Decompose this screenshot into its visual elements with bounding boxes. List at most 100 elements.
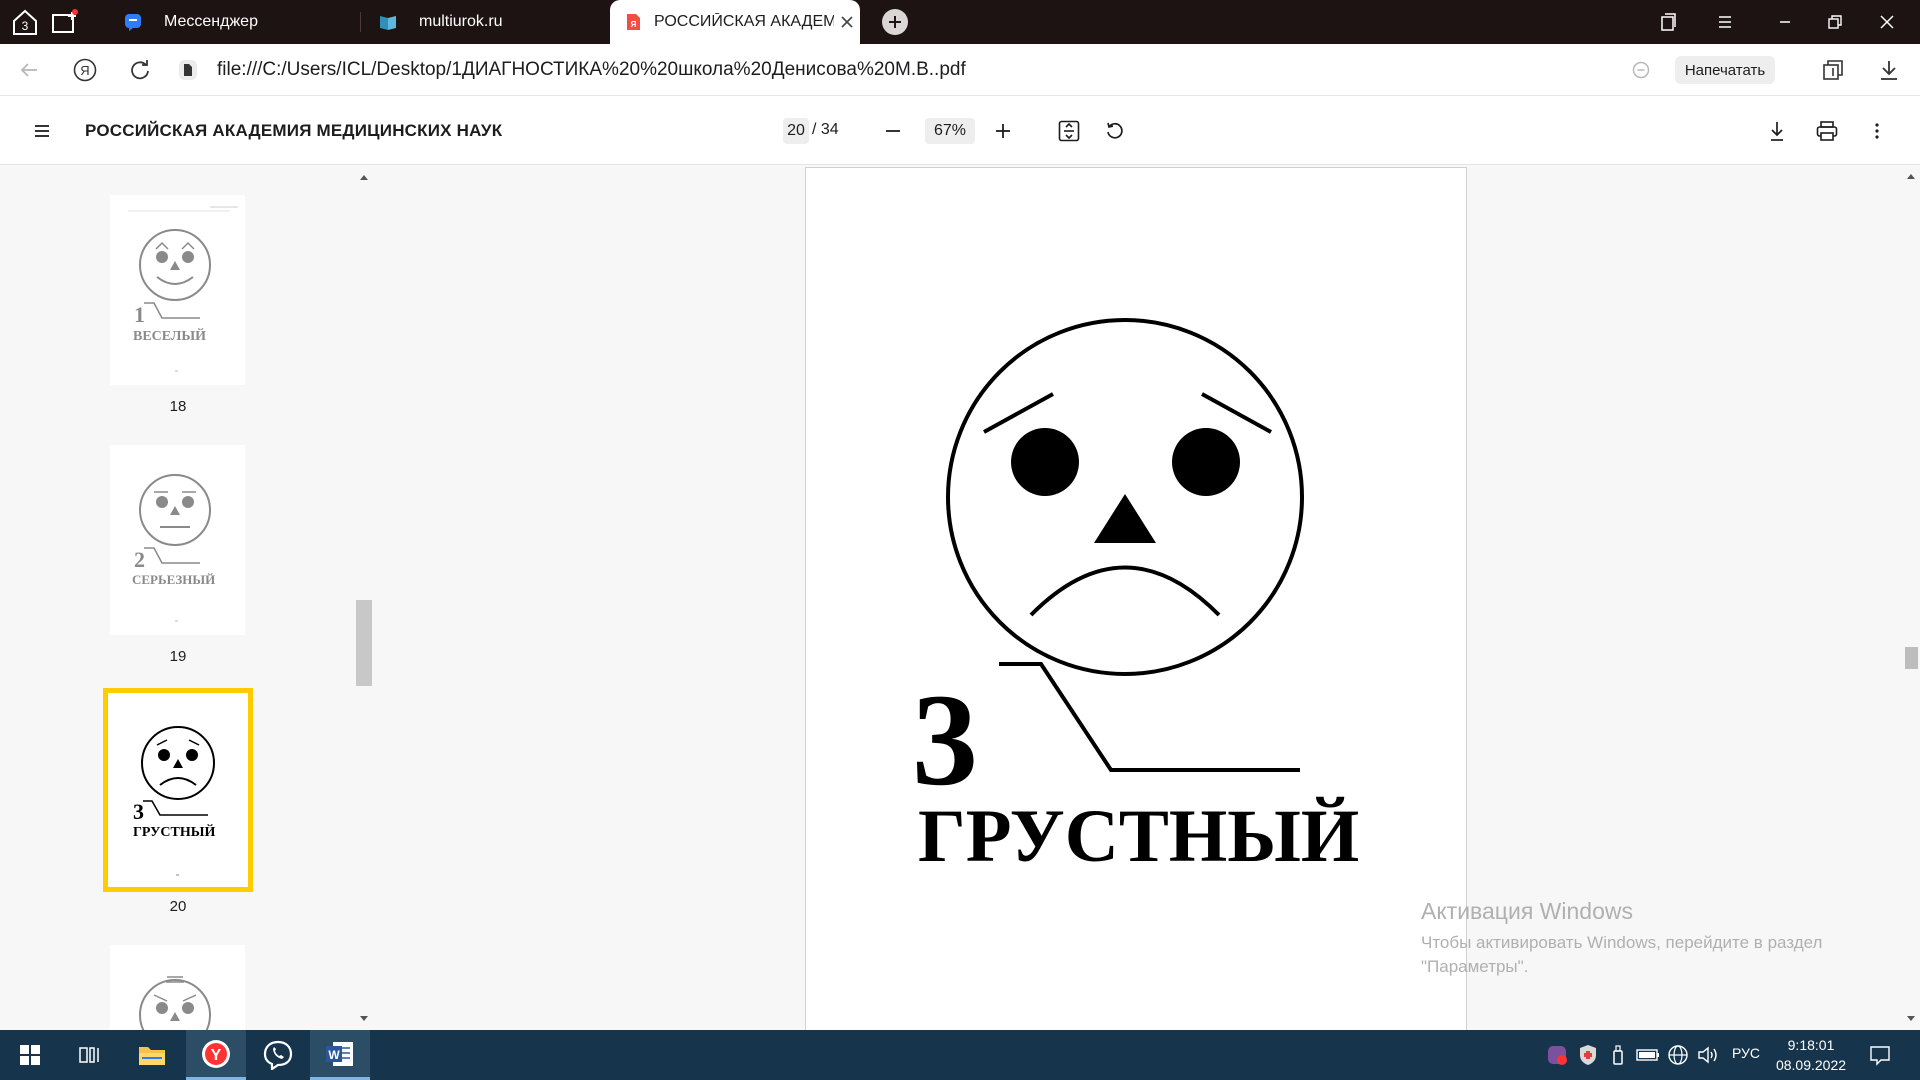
tab-divider bbox=[360, 12, 361, 32]
sidebar-scrollbar[interactable] bbox=[356, 165, 372, 1030]
print-button[interactable]: Напечатать bbox=[1675, 56, 1775, 84]
thumbnail-page-20-selected[interactable]: 3 ГРУСТНЫЙ bbox=[103, 688, 253, 892]
restore-button[interactable] bbox=[1823, 10, 1847, 34]
thumbnail-digit: 3 bbox=[133, 799, 144, 824]
svg-text:Я: Я bbox=[631, 20, 637, 29]
home-icon: 3 bbox=[13, 9, 37, 35]
save-pdf-button[interactable] bbox=[1763, 117, 1791, 145]
usb-drive-icon bbox=[1613, 1045, 1623, 1065]
folder-icon bbox=[139, 1047, 165, 1065]
viewer-scrollbar-thumb[interactable] bbox=[1905, 647, 1918, 669]
home-badge: 3 bbox=[22, 19, 29, 33]
notifications-button[interactable] bbox=[1868, 1043, 1892, 1067]
svg-text:Я: Я bbox=[80, 63, 89, 78]
zoom-out-button[interactable] bbox=[879, 117, 907, 145]
tabs-panel-button[interactable] bbox=[1821, 57, 1847, 83]
arrow-left-icon bbox=[20, 63, 37, 77]
page-digit: 3 bbox=[912, 666, 978, 813]
thumbnail-page-19[interactable]: 2 СЕРЬЕЗНЫЙ bbox=[110, 445, 245, 635]
thumbnail-digit: 2 bbox=[134, 547, 145, 572]
close-window-button[interactable] bbox=[1875, 10, 1899, 34]
page-number-input[interactable]: 20 bbox=[783, 118, 809, 144]
minus-icon bbox=[886, 130, 900, 132]
more-options-button[interactable] bbox=[1863, 117, 1891, 145]
scroll-down-icon[interactable] bbox=[356, 1010, 372, 1026]
minimize-icon bbox=[1780, 21, 1790, 23]
new-window-button[interactable] bbox=[50, 7, 80, 37]
svg-text:W: W bbox=[328, 1048, 340, 1062]
viber-icon bbox=[263, 1040, 293, 1070]
file-indicator[interactable] bbox=[175, 57, 201, 83]
taskbar-viber[interactable] bbox=[248, 1030, 308, 1080]
thumbnail-page-number: 18 bbox=[169, 398, 187, 415]
thumbnail-digit: 1 bbox=[134, 302, 145, 327]
hamburger-icon bbox=[35, 125, 49, 137]
new-window-icon bbox=[52, 9, 78, 33]
tray-app-icon[interactable] bbox=[1545, 1043, 1569, 1067]
windows-taskbar: Y W РУС 9:18:01 08.09.2022 bbox=[0, 1030, 1920, 1080]
zoom-in-button[interactable] bbox=[989, 117, 1017, 145]
pdf-icon: Я bbox=[627, 14, 640, 30]
tray-security[interactable] bbox=[1576, 1043, 1600, 1067]
pdf-page: 3 ГРУСТНЫЙ bbox=[805, 167, 1467, 1037]
rotate-icon bbox=[1107, 122, 1123, 139]
sidebar-scrollbar-thumb[interactable] bbox=[356, 600, 372, 686]
input-language[interactable]: РУС bbox=[1732, 1045, 1760, 1061]
activation-title: Активация Windows bbox=[1421, 898, 1633, 924]
task-view-icon bbox=[79, 1047, 99, 1063]
taskbar-file-explorer[interactable] bbox=[122, 1030, 182, 1080]
thumbnail-caption: ГРУСТНЫЙ bbox=[133, 823, 215, 840]
scroll-up-icon[interactable] bbox=[356, 170, 372, 186]
thumbnail-page-18[interactable]: 1 ВЕСЕЛЫЙ bbox=[110, 195, 245, 385]
tab-pdf-document[interactable]: Я РОССИЙСКАЯ АКАДЕМ bbox=[610, 0, 860, 44]
new-tab-button[interactable] bbox=[882, 9, 908, 35]
tab-label: multiurok.ru bbox=[419, 13, 503, 30]
clock[interactable]: 9:18:01 08.09.2022 bbox=[1775, 1035, 1847, 1075]
pdf-toolbar: РОССИЙСКАЯ АКАДЕМИЯ МЕДИЦИНСКИХ НАУК 20 … bbox=[0, 97, 1920, 165]
collections-button[interactable] bbox=[1656, 10, 1680, 34]
shield-icon bbox=[1580, 1045, 1596, 1065]
word-icon: W bbox=[326, 1041, 353, 1066]
task-view-button[interactable] bbox=[60, 1030, 120, 1080]
menu-button[interactable] bbox=[1713, 10, 1737, 34]
tab-multiurok[interactable]: multiurok.ru bbox=[365, 0, 605, 44]
scroll-up-icon[interactable] bbox=[1902, 169, 1920, 185]
thumbnail-page-number: 20 bbox=[169, 898, 187, 915]
globe-icon bbox=[1668, 1045, 1688, 1065]
notification-icon bbox=[1870, 1046, 1890, 1066]
minimize-button[interactable] bbox=[1773, 10, 1797, 34]
thumbnail-sidebar: 1 ВЕСЕЛЫЙ 18 2 СЕРЬЕЗНЫЙ 19 3 ГРУСТНЫЙ 2… bbox=[0, 165, 372, 1051]
close-tab-icon[interactable] bbox=[840, 15, 854, 29]
chat-bubble-icon bbox=[1632, 61, 1650, 79]
book-icon bbox=[380, 16, 396, 30]
taskbar-word[interactable]: W bbox=[310, 1030, 370, 1080]
tab-messenger[interactable]: Мессенджер bbox=[110, 0, 355, 44]
home-button[interactable]: 3 bbox=[10, 7, 40, 37]
tray-volume[interactable] bbox=[1696, 1043, 1720, 1067]
start-button[interactable] bbox=[0, 1030, 60, 1080]
tray-usb[interactable] bbox=[1606, 1043, 1630, 1067]
print-pdf-button[interactable] bbox=[1813, 117, 1841, 145]
scroll-down-icon[interactable] bbox=[1902, 1010, 1920, 1026]
back-button[interactable] bbox=[16, 57, 42, 83]
fit-page-button[interactable] bbox=[1055, 117, 1083, 145]
yandex-logo-icon: Я bbox=[73, 58, 97, 82]
sidebar-toggle-button[interactable] bbox=[28, 117, 56, 145]
serious-face-thumbnail: 2 СЕРЬЕЗНЫЙ bbox=[132, 474, 215, 622]
taskbar-yandex-browser[interactable]: Y bbox=[186, 1030, 246, 1080]
yandex-button[interactable]: Я bbox=[72, 57, 98, 83]
printer-icon bbox=[1816, 121, 1838, 141]
downloads-button[interactable] bbox=[1876, 57, 1902, 83]
reload-button[interactable] bbox=[127, 57, 153, 83]
tray-network[interactable] bbox=[1666, 1043, 1690, 1067]
viewer-scrollbar[interactable] bbox=[1902, 165, 1920, 1030]
comment-button[interactable] bbox=[1628, 57, 1654, 83]
clock-date: 08.09.2022 bbox=[1775, 1057, 1847, 1073]
page-caption: ГРУСТНЫЙ bbox=[918, 795, 1359, 878]
zoom-level[interactable]: 67% bbox=[925, 118, 975, 144]
url-field[interactable]: file:///C:/Users/ICL/Desktop/1ДИАГНОСТИК… bbox=[217, 59, 966, 81]
happy-face-thumbnail: 1 ВЕСЕЛЫЙ bbox=[128, 206, 238, 372]
tray-battery[interactable] bbox=[1636, 1043, 1660, 1067]
thumbnail-page-21[interactable] bbox=[110, 945, 245, 1051]
rotate-button[interactable] bbox=[1101, 117, 1129, 145]
